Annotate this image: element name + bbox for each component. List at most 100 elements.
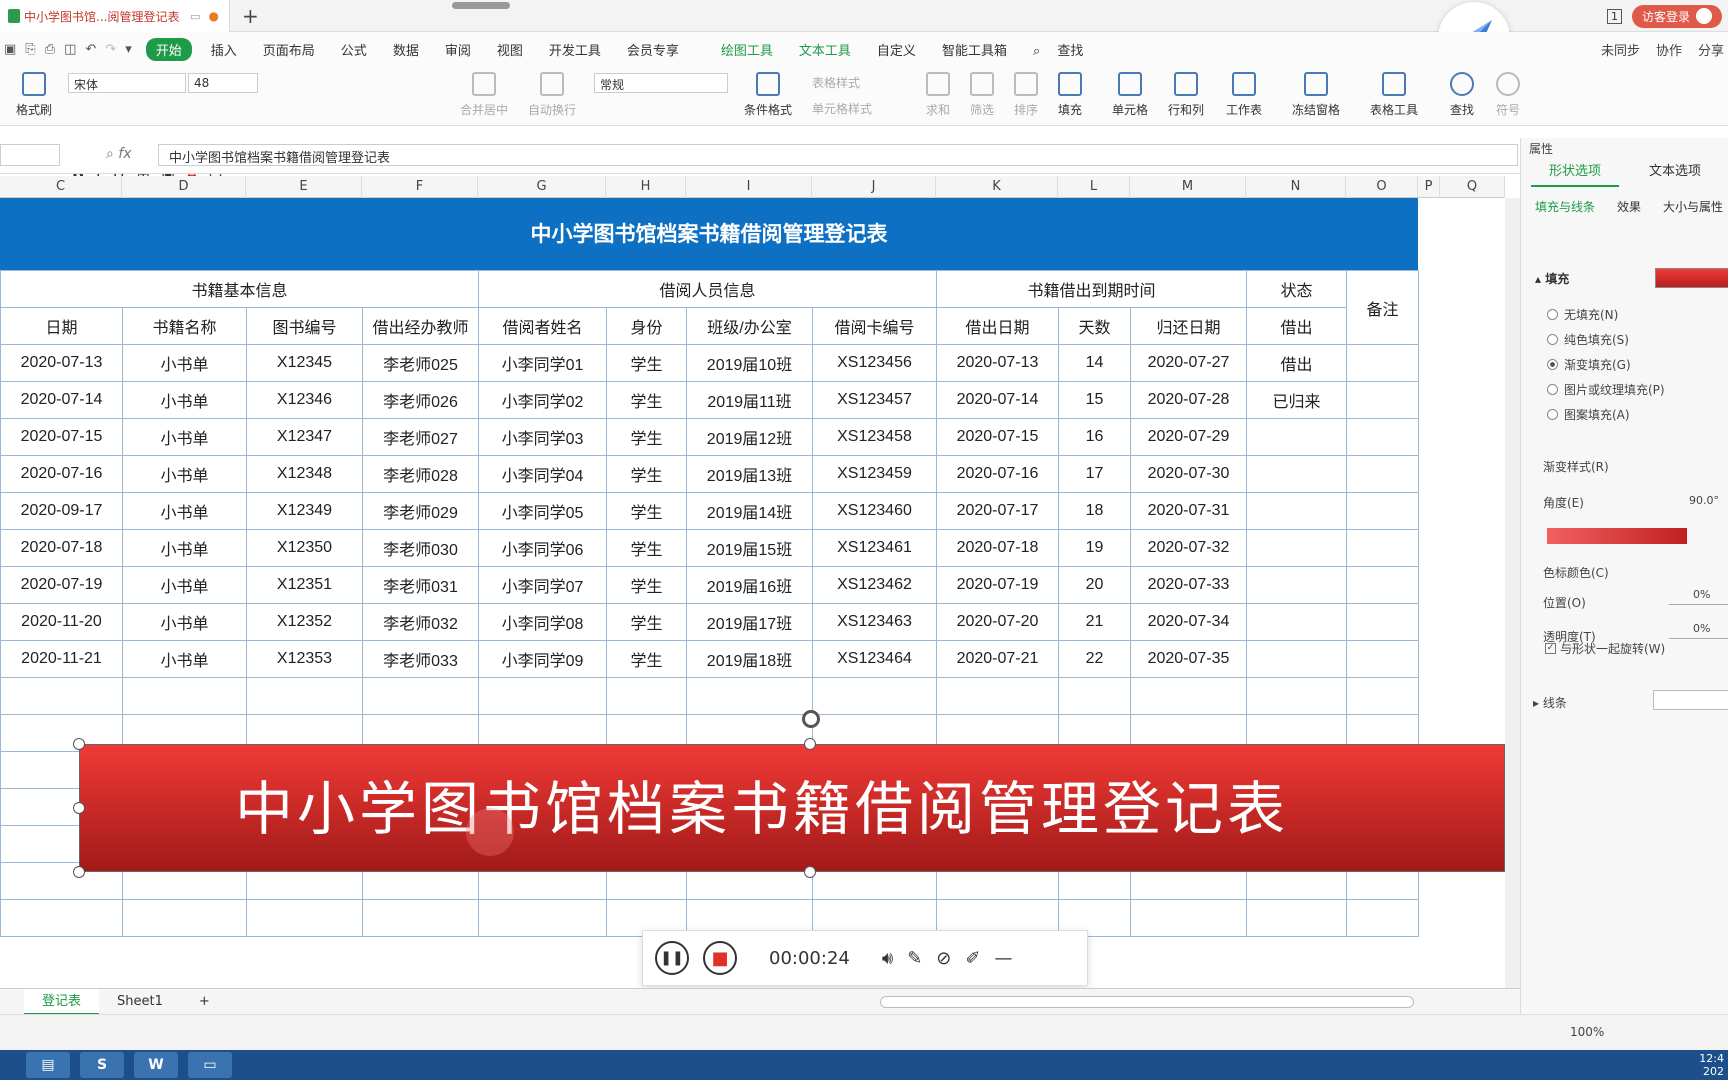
table-cell[interactable]: 学生 [606, 603, 687, 641]
table-cell[interactable]: 2020-07-29 [1130, 418, 1247, 456]
empty-cell[interactable] [122, 899, 247, 937]
minimize-icon[interactable]: ▭ [190, 10, 200, 23]
table-cell[interactable]: 2020-07-13 [936, 344, 1059, 382]
find-button[interactable]: 查找 [1450, 72, 1474, 118]
menu-formula[interactable]: 公式 [328, 40, 380, 59]
remarks-cell[interactable] [1346, 455, 1419, 493]
freeze-button[interactable]: 冻结窗格 [1292, 72, 1340, 118]
column-title[interactable]: 书籍名称 [122, 307, 247, 345]
table-cell[interactable]: 2019届16班 [686, 566, 813, 604]
resize-handle[interactable] [804, 866, 816, 878]
table-cell[interactable]: 2020-07-28 [1130, 381, 1247, 419]
remarks-cell[interactable] [1346, 381, 1419, 419]
table-cell[interactable]: X12348 [246, 455, 363, 493]
table-cell[interactable]: 2020-07-31 [1130, 492, 1247, 530]
table-cell[interactable]: X12352 [246, 603, 363, 641]
table-cell[interactable]: 2020-07-21 [936, 640, 1059, 678]
table-cell[interactable]: 李老师028 [362, 455, 479, 493]
empty-cell[interactable] [362, 899, 479, 937]
group-header-book-info[interactable]: 书籍基本信息 [0, 270, 479, 308]
menu-view[interactable]: 视图 [484, 40, 536, 59]
remarks-cell[interactable] [1346, 418, 1419, 456]
spreadsheet-app-icon[interactable]: S [80, 1052, 124, 1078]
column-header[interactable]: P [1418, 176, 1440, 198]
transparency-value[interactable]: 0% [1693, 622, 1710, 635]
remarks-cell[interactable] [1346, 529, 1419, 567]
table-cell[interactable]: 2020-07-14 [0, 381, 123, 419]
monitor-app-icon[interactable]: ▭ [188, 1052, 232, 1078]
table-cell[interactable]: XS123456 [812, 344, 937, 382]
resize-handle[interactable] [73, 738, 85, 750]
preview-icon[interactable]: ◫ [64, 42, 76, 57]
document-tab[interactable]: 中小学图书馆...阅管理登记表 ▭ ● [0, 0, 230, 32]
empty-cell[interactable] [1246, 677, 1347, 715]
transparency-slider[interactable] [1669, 638, 1728, 639]
empty-cell[interactable] [1246, 899, 1347, 937]
table-cell[interactable]: 小李同学03 [478, 418, 607, 456]
row-col-button[interactable]: 行和列 [1168, 72, 1204, 118]
table-cell[interactable]: 李老师033 [362, 640, 479, 678]
menu-text-tools[interactable]: 文本工具 [786, 40, 864, 59]
table-cell[interactable]: 2019届13班 [686, 455, 813, 493]
redo-icon[interactable]: ↷ [105, 42, 116, 57]
column-header[interactable]: I [686, 176, 812, 198]
sheet-tab-sheet1[interactable]: Sheet1 [99, 994, 181, 1009]
menu-member[interactable]: 会员专享 [614, 40, 692, 59]
table-cell[interactable]: 2020-11-21 [0, 640, 123, 678]
table-cell[interactable]: 2019届18班 [686, 640, 813, 678]
radio-gradient-fill[interactable]: 渐变填充(G) [1547, 356, 1631, 373]
column-title[interactable]: 班级/办公室 [686, 307, 813, 345]
menu-search[interactable]: ⌕ 查找 [1020, 40, 1109, 59]
empty-cell[interactable] [478, 899, 607, 937]
new-tab-button[interactable]: + [242, 4, 259, 28]
table-cell[interactable]: 2019届12班 [686, 418, 813, 456]
mute-icon[interactable]: ⊘ [936, 948, 951, 969]
radio-pattern-fill[interactable]: 图案填充(A) [1547, 406, 1630, 423]
sheet-title-banner[interactable]: 中小学图书馆档案书籍借阅管理登记表 [0, 198, 1418, 270]
rotate-handle[interactable] [802, 710, 820, 728]
share-button[interactable]: 分享 [1698, 40, 1724, 59]
name-box[interactable] [0, 144, 60, 166]
resize-handle[interactable] [804, 738, 816, 750]
remarks-cell[interactable] [1346, 603, 1419, 641]
empty-cell[interactable] [936, 677, 1059, 715]
table-cell[interactable]: 19 [1058, 529, 1131, 567]
table-cell[interactable] [1246, 418, 1347, 456]
table-cell[interactable]: 李老师030 [362, 529, 479, 567]
menu-review[interactable]: 审阅 [432, 40, 484, 59]
table-cell[interactable] [1246, 529, 1347, 567]
table-cell[interactable]: 小李同学09 [478, 640, 607, 678]
column-title[interactable]: 身份 [606, 307, 687, 345]
table-cell[interactable]: 李老师027 [362, 418, 479, 456]
cell-button[interactable]: 单元格 [1112, 72, 1148, 118]
number-format-select[interactable]: 常规 [594, 73, 728, 93]
format-painter-button[interactable]: 格式刷 [16, 72, 52, 118]
empty-cell[interactable] [686, 677, 813, 715]
subtab-size-properties[interactable]: 大小与属性 [1663, 198, 1723, 215]
formula-input[interactable]: 中小学图书馆档案书籍借阅管理登记表 [158, 144, 1518, 166]
empty-cell[interactable] [0, 899, 123, 937]
empty-cell[interactable] [1058, 677, 1131, 715]
column-title[interactable]: 日期 [0, 307, 123, 345]
drag-handle[interactable] [452, 2, 510, 9]
table-cell[interactable]: 2020-07-30 [1130, 455, 1247, 493]
empty-cell[interactable] [246, 899, 363, 937]
table-cell[interactable]: 15 [1058, 381, 1131, 419]
zoom-level[interactable]: 100% [1570, 1025, 1604, 1039]
empty-cell[interactable] [478, 677, 607, 715]
resize-handle[interactable] [73, 802, 85, 814]
cell-style-button[interactable]: 单元格样式 [812, 100, 872, 117]
sum-button[interactable]: 求和 [926, 72, 950, 118]
position-slider[interactable] [1669, 604, 1728, 605]
group-header-borrower-info[interactable]: 借阅人员信息 [478, 270, 937, 308]
column-header[interactable]: E [246, 176, 362, 198]
fill-color-swatch[interactable] [1655, 268, 1728, 288]
undo-icon[interactable]: ↶ [85, 42, 96, 57]
menu-developer[interactable]: 开发工具 [536, 40, 614, 59]
column-header[interactable]: N [1246, 176, 1346, 198]
table-cell[interactable]: X12351 [246, 566, 363, 604]
subtab-effects[interactable]: 效果 [1617, 198, 1641, 215]
system-clock[interactable]: 12:4 202 [1699, 1052, 1724, 1078]
remarks-cell[interactable] [1346, 566, 1419, 604]
table-cell[interactable]: 2020-07-18 [0, 529, 123, 567]
